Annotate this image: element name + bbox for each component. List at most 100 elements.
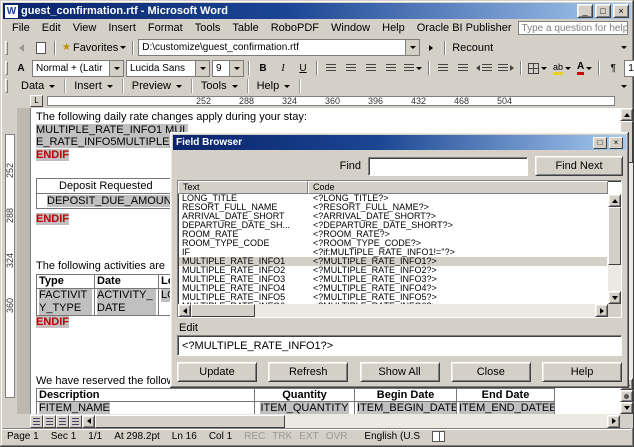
edit-input[interactable] xyxy=(177,335,622,356)
scroll-up-button[interactable] xyxy=(620,108,633,121)
font-color-button[interactable]: A xyxy=(575,59,594,77)
bi-toolbar-menu[interactable]: Insert xyxy=(65,79,123,93)
status-flag[interactable]: OVR xyxy=(326,431,348,442)
menu-item[interactable]: Table xyxy=(226,21,264,35)
question-box[interactable]: Type a question for help xyxy=(518,21,628,35)
toolbar-grip[interactable] xyxy=(5,41,8,55)
style-dropdown[interactable] xyxy=(109,61,123,76)
normal-view-button[interactable] xyxy=(30,415,43,428)
field-list-row[interactable]: MULTIPLE_RATE_INFO4<?MULTIPLE_RATE_INFO4… xyxy=(179,284,607,293)
numbering-button[interactable] xyxy=(434,59,452,77)
list-horizontal-scrollbar[interactable] xyxy=(178,304,608,317)
horizontal-scroll-thumb[interactable] xyxy=(95,415,285,428)
field-list-row[interactable]: MULTIPLE_RATE_INFO5<?MULTIPLE_RATE_INFO5… xyxy=(179,293,607,302)
field-list-row[interactable]: ROOM_RATE<?ROOM_RATE?> xyxy=(179,230,607,239)
toolbar-grip[interactable] xyxy=(5,79,8,93)
field-list-row[interactable]: DEPARTURE_DATE_SH...<?DEPARTURE_DATE_SHO… xyxy=(179,221,607,230)
style-combo[interactable]: Normal + (Latir xyxy=(32,60,124,77)
menu-item[interactable]: Tools xyxy=(189,21,227,35)
bi-toolbar-menu[interactable]: Preview xyxy=(123,79,192,93)
menu-item[interactable]: RoboPDF xyxy=(265,21,325,35)
field-list[interactable]: Text Code LONG_TITLE<?LONG_TITLE?>RESORT… xyxy=(177,180,622,318)
scroll-right-button[interactable] xyxy=(607,415,620,428)
field-list-row[interactable]: MULTIPLE_RATE_INFO2<?MULTIPLE_RATE_INFO2… xyxy=(179,266,607,275)
menu-item[interactable]: File xyxy=(6,21,36,35)
bullets-button[interactable] xyxy=(454,59,472,77)
list-scroll-down-button[interactable] xyxy=(608,291,621,304)
dialog-button[interactable]: Refresh xyxy=(268,362,348,382)
scroll-left-button[interactable] xyxy=(82,415,95,428)
start-page-button[interactable] xyxy=(32,39,50,57)
toolbar-options-button[interactable] xyxy=(619,46,629,49)
items-cell[interactable]: ITEM_BEGIN_DATE xyxy=(355,402,457,414)
restore-button[interactable]: □ xyxy=(595,4,611,18)
list-vscroll-thumb[interactable] xyxy=(608,207,621,265)
underline-button[interactable]: U xyxy=(294,59,312,77)
items-cell[interactable]: ITEM_QUANTITY xyxy=(255,402,355,414)
spelling-status-icon[interactable] xyxy=(432,431,445,442)
status-flag[interactable]: TRK xyxy=(272,431,292,442)
horizontal-scrollbar[interactable] xyxy=(3,414,620,428)
dialog-button[interactable]: Help xyxy=(542,362,622,382)
align-center-button[interactable] xyxy=(342,59,360,77)
bold-button[interactable]: B xyxy=(254,59,272,77)
field-list-row[interactable]: MULTIPLE_RATE_INFO1<?MULTIPLE_RATE_INFO1… xyxy=(179,257,607,266)
address-combo[interactable]: D:\customize\guest_confirmation.rtf xyxy=(138,39,420,56)
bi-toolbar-menu[interactable]: Tools xyxy=(192,79,248,93)
field-list-row[interactable]: IF<?if:MULTIPLE_RATE_INFO1!=''?> xyxy=(179,248,607,257)
recount-button[interactable]: Recount xyxy=(450,39,495,57)
menu-item[interactable]: Edit xyxy=(36,21,67,35)
justify-button[interactable] xyxy=(382,59,400,77)
bi-toolbar-menu[interactable]: Data xyxy=(12,79,65,93)
field-list-row[interactable]: MULTIPLE_RATE_INFO3<?MULTIPLE_RATE_INFO3… xyxy=(179,275,607,284)
find-input[interactable] xyxy=(368,157,528,176)
show-marks-button[interactable]: ¶ xyxy=(604,59,622,77)
close-button[interactable]: × xyxy=(613,4,629,18)
activity-cell[interactable]: ACTIVITY_DATE xyxy=(95,289,159,316)
back-button[interactable] xyxy=(12,39,30,57)
font-combo[interactable]: Lucida Sans xyxy=(126,60,210,77)
field-list-row[interactable]: ROOM_TYPE_CODE<?ROOM_TYPE_CODE?> xyxy=(179,239,607,248)
toolbar-grip[interactable] xyxy=(5,61,8,75)
italic-button[interactable]: I xyxy=(274,59,292,77)
menu-item[interactable]: Window xyxy=(325,21,376,35)
font-size-dropdown[interactable] xyxy=(229,61,243,76)
browse-next-button[interactable] xyxy=(620,402,633,414)
activity-cell[interactable]: FACTIVITY_TYPE xyxy=(37,289,95,316)
styles-and-formatting-button[interactable]: A xyxy=(12,59,30,77)
title-bar[interactable]: W guest_confirmation.rtf - Microsoft Wor… xyxy=(3,3,631,19)
highlight-button[interactable]: ab xyxy=(551,59,573,77)
web-layout-button[interactable] xyxy=(43,415,56,428)
line-spacing-button[interactable] xyxy=(402,59,424,77)
align-left-button[interactable] xyxy=(322,59,340,77)
field-list-row[interactable]: ARRIVAL_DATE_SHORT<?ARRIVAL_DATE_SHORT?> xyxy=(179,212,607,221)
tab-stop-selector[interactable]: L xyxy=(30,95,43,107)
items-cell[interactable]: FITEM_NAME xyxy=(37,402,255,414)
outline-view-button[interactable] xyxy=(69,415,82,428)
dialog-button[interactable]: Close xyxy=(451,362,531,382)
go-button[interactable] xyxy=(422,39,440,57)
list-hscroll-thumb[interactable] xyxy=(191,304,255,317)
menu-item[interactable]: Format xyxy=(142,21,189,35)
dialog-titlebar[interactable]: Field Browser □ × xyxy=(173,135,626,150)
borders-button[interactable] xyxy=(526,59,549,77)
toolbar-options-button[interactable] xyxy=(619,85,629,88)
list-vertical-scrollbar[interactable] xyxy=(608,194,621,304)
select-browse-object-button[interactable] xyxy=(620,390,633,402)
favorites-button[interactable]: ★ Favorites xyxy=(60,39,128,57)
find-next-button[interactable]: Find Next xyxy=(535,156,623,176)
zoom-combo[interactable]: 110% xyxy=(624,60,634,77)
font-size-combo[interactable]: 9 xyxy=(212,60,244,77)
list-scroll-left-button[interactable] xyxy=(178,304,191,317)
address-dropdown[interactable] xyxy=(405,40,419,55)
items-cell[interactable]: ITEM_END_DATEE xyxy=(457,402,555,414)
bi-toolbar-menu[interactable]: Help xyxy=(248,79,301,93)
dialog-button[interactable]: Update xyxy=(177,362,257,382)
align-right-button[interactable] xyxy=(362,59,380,77)
list-scroll-right-button[interactable] xyxy=(595,304,608,317)
minimize-button[interactable]: _ xyxy=(577,4,593,18)
menu-item[interactable]: View xyxy=(67,21,103,35)
dialog-button[interactable]: Show All xyxy=(360,362,440,382)
menu-item[interactable]: Insert xyxy=(102,21,142,35)
field-list-row[interactable]: LONG_TITLE<?LONG_TITLE?> xyxy=(179,194,607,203)
